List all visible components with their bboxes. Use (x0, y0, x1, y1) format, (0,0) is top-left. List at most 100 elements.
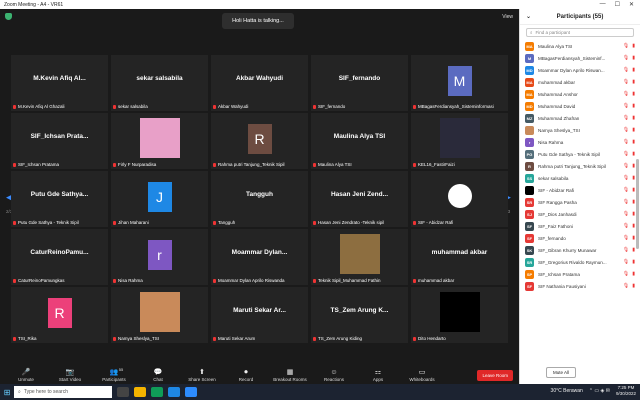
video-off-icon[interactable]: ▮ (632, 103, 635, 109)
participant-row[interactable]: SF SIF_fernando 🎙 ▮ (520, 232, 640, 244)
chat-button[interactable]: 💬 Chat (136, 369, 180, 382)
zoom-icon[interactable] (185, 387, 197, 397)
mic-muted-icon[interactable]: 🎙 (623, 187, 629, 193)
mic-muted-icon[interactable]: 🎙 (623, 151, 629, 157)
mic-muted-icon[interactable]: 🎙 (623, 127, 629, 133)
apps-button[interactable]: ⚏ Apps (356, 369, 400, 382)
reactions-button[interactable]: ☺ Reactions (312, 369, 356, 382)
participants-button[interactable]: 👥 Participants 55 (92, 367, 136, 382)
participant-row[interactable]: MZ Muhammad Zhafran 🎙 ▮ (520, 112, 640, 124)
video-off-icon[interactable]: ▮ (632, 127, 635, 133)
participant-row[interactable]: SF SIF Nathania Fausiyani 🎙 ▮ (520, 280, 640, 292)
mic-muted-icon[interactable]: 🎙 (623, 259, 629, 265)
mic-muted-icon[interactable]: 🎙 (623, 91, 629, 97)
mic-muted-icon[interactable]: 🎙 (623, 43, 629, 49)
video-tile[interactable]: M MBagasFerdiansyah_Sisteminformasi (411, 55, 508, 111)
video-tile[interactable]: Maruti Sekar Ar... Maruti Sekar Arum (211, 287, 308, 343)
participant-row[interactable]: Namya Sheslya_TSI 🎙 ▮ (520, 124, 640, 136)
participant-row[interactable]: SR SIF Rangga Pasha 🎙 ▮ (520, 196, 640, 208)
video-off-icon[interactable]: ▮ (632, 271, 635, 277)
participant-row[interactable]: SP SIF_Ichsan Pratama 🎙 ▮ (520, 268, 640, 280)
mic-muted-icon[interactable]: 🎙 (623, 115, 629, 121)
video-tile[interactable]: CaturReinoPamu... CaturReinoPamungkas (11, 229, 108, 285)
mic-muted-icon[interactable]: 🎙 (623, 235, 629, 241)
video-tile[interactable]: SIF_Ichsan Prata... SIF_Ichsan Pratama (11, 113, 108, 169)
video-off-icon[interactable]: ▮ (632, 187, 635, 193)
mic-muted-icon[interactable]: 🎙 (623, 163, 629, 169)
video-off-icon[interactable]: ▮ (632, 115, 635, 121)
mic-muted-icon[interactable]: 🎙 (623, 247, 629, 253)
video-tile[interactable]: Moammar Dylan... Moammar Dylan Aprilo Ris… (211, 229, 308, 285)
video-tile[interactable]: SIF - Abidzar Rafi (411, 171, 508, 227)
participant-row[interactable]: MA muhammad akbar 🎙 ▮ (520, 76, 640, 88)
video-tile[interactable]: Putu Gde Sathya... Putu Gde Sathya - Tekn… (11, 171, 108, 227)
participant-row[interactable]: MD Muhammad David 🎙 ▮ (520, 100, 640, 112)
unmute-button[interactable]: 🎤 Unmute (4, 369, 48, 382)
video-tile[interactable]: Maulina Alya TSI Maulina Alya TSI (311, 113, 408, 169)
video-tile[interactable]: J Jihan Maharani (111, 171, 208, 227)
video-off-icon[interactable]: ▮ (632, 163, 635, 169)
mic-muted-icon[interactable]: 🎙 (623, 79, 629, 85)
mic-muted-icon[interactable]: 🎙 (623, 67, 629, 73)
participant-row[interactable]: r Nisa Rahma 🎙 ▮ (520, 136, 640, 148)
edge-icon[interactable] (168, 387, 180, 397)
mic-muted-icon[interactable]: 🎙 (623, 223, 629, 229)
file-explorer-icon[interactable] (134, 387, 146, 397)
video-tile[interactable]: Firly F Nurparadisa (111, 113, 208, 169)
video-off-icon[interactable]: ▮ (632, 283, 635, 289)
close-icon[interactable]: ✕ (629, 1, 634, 8)
minimize-icon[interactable]: — (600, 1, 606, 8)
mic-muted-icon[interactable]: 🎙 (623, 139, 629, 145)
video-off-icon[interactable]: ▮ (632, 199, 635, 205)
participant-row[interactable]: SR SIF_Gregorius Rivaldo Raymun... 🎙 ▮ (520, 256, 640, 268)
mute-all-button[interactable]: Mute All (546, 367, 577, 378)
video-off-icon[interactable]: ▮ (632, 211, 635, 217)
video-tile[interactable]: sekar salsabila sekar salsabila (111, 55, 208, 111)
windows-start-icon[interactable]: ⊞ (0, 388, 14, 397)
mic-muted-icon[interactable]: 🎙 (623, 175, 629, 181)
whiteboards-button[interactable]: ▭ Whiteboards (400, 369, 444, 382)
video-off-icon[interactable]: ▮ (632, 91, 635, 97)
panel-scrollbar[interactable] (636, 159, 639, 249)
record-button[interactable]: ⏺ Record (224, 369, 268, 382)
chrome-icon[interactable] (151, 387, 163, 397)
participant-row[interactable]: SF SIF_Faiz Fathoni 🎙 ▮ (520, 220, 640, 232)
video-tile[interactable]: TS_Zem Arung K... TS_Zem Arung Kiding (311, 287, 408, 343)
video-off-icon[interactable]: ▮ (632, 55, 635, 61)
video-off-icon[interactable]: ▮ (632, 247, 635, 253)
weather-status[interactable]: 30°C Berawan (551, 388, 583, 394)
video-off-icon[interactable]: ▮ (632, 223, 635, 229)
participant-row[interactable]: SJ SIF_Dios Janhasdi 🎙 ▮ (520, 208, 640, 220)
mic-muted-icon[interactable]: 🎙 (623, 103, 629, 109)
video-tile[interactable]: r Nisa Rahma (111, 229, 208, 285)
participant-row[interactable]: SK SIF_Gibran Khurry Munawar 🎙 ▮ (520, 244, 640, 256)
video-off-icon[interactable]: ▮ (632, 235, 635, 241)
participant-row[interactable]: MD Moammar Dylan Aprilo Riswan... 🎙 ▮ (520, 64, 640, 76)
leave-room-button[interactable]: Leave Room (477, 370, 513, 381)
video-off-icon[interactable]: ▮ (632, 259, 635, 265)
maximize-icon[interactable]: ☐ (615, 1, 620, 8)
shield-icon[interactable] (5, 13, 12, 20)
view-button[interactable]: View (502, 14, 513, 20)
tray-icons[interactable]: ⌃ ▭ ◈ ✉ (589, 388, 610, 394)
video-tile[interactable]: Teknik Sipil_Muhammad Fathin (311, 229, 408, 285)
mic-muted-icon[interactable]: 🎙 (623, 211, 629, 217)
video-off-icon[interactable]: ▮ (632, 43, 635, 49)
participant-row[interactable]: SS sekar salsabila 🎙 ▮ (520, 172, 640, 184)
video-off-icon[interactable]: ▮ (632, 175, 635, 181)
video-tile[interactable]: SIF_fernando SIF_fernando (311, 55, 408, 111)
taskbar-search-input[interactable]: ⌕ Type here to search (14, 386, 112, 398)
video-tile[interactable]: muhammad akbar muhammad akbar (411, 229, 508, 285)
participant-row[interactable]: MA Muhammad Anshor 🎙 ▮ (520, 88, 640, 100)
video-tile[interactable]: R Rahma putri Tanjung_Teknik Sipil (211, 113, 308, 169)
video-tile[interactable]: Dito Hendarto (411, 287, 508, 343)
participant-row[interactable]: M MBagasFerdiansyah_Sisteminf... 🎙 ▮ (520, 52, 640, 64)
video-tile[interactable]: M.Kevin Afiq Al... M.Kevin Afiq Al Ghazal… (11, 55, 108, 111)
participant-row[interactable]: R Rahma putri Tanjung_Teknik Sipil 🎙 ▮ (520, 160, 640, 172)
share-screen-button[interactable]: ⬆ Share Screen (180, 369, 224, 382)
video-off-icon[interactable]: ▮ (632, 79, 635, 85)
video-tile[interactable]: Hasan Jeni Zend... Hasan Jeni Zendrato -T… (311, 171, 408, 227)
participant-row[interactable]: PG Putu Gde Sathya - Teknik Sipil 🎙 ▮ (520, 148, 640, 160)
video-tile[interactable]: Tangguh Tangguh (211, 171, 308, 227)
participant-search-input[interactable]: ⌕ Find a participant (526, 28, 634, 37)
